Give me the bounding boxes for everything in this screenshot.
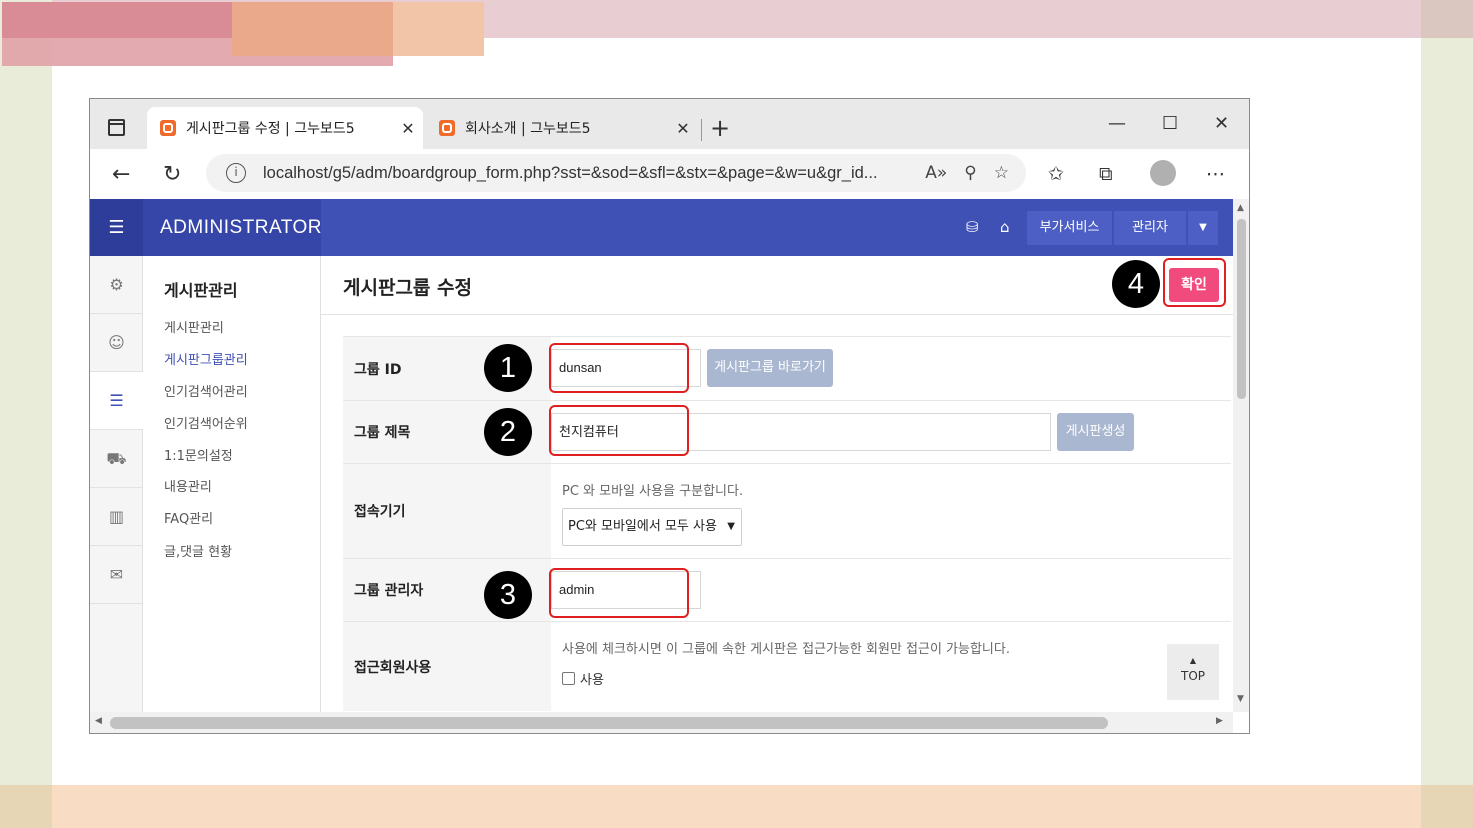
more-menu-icon[interactable]: ⋯ [1206, 163, 1225, 185]
row-group-title: 그룹 제목 천지컴퓨터 게시판생성 [343, 400, 1231, 463]
admin-brand[interactable]: ADMINISTRATOR [143, 199, 322, 256]
tab-separator [701, 119, 702, 141]
minimize-icon[interactable]: — [1108, 113, 1126, 134]
url-text: localhost/g5/adm/boardgroup_form.php?sst… [263, 163, 878, 182]
read-aloud-icon[interactable]: A» [925, 163, 947, 183]
row-member-access: 접근회원사용 사용에 체크하시면 이 그룹에 속한 게시판은 접근가능한 회원만… [343, 621, 1231, 711]
slide-corner-top-right [1421, 0, 1473, 38]
site-info-icon[interactable]: i [226, 163, 246, 183]
slide-bottom-band [0, 785, 1473, 828]
slide-corner-bottom-left [0, 785, 52, 828]
highlight-confirm [1163, 258, 1226, 307]
row-group-admin: 그룹 관리자 admin [343, 558, 1231, 621]
horizontal-scroll-thumb[interactable] [110, 717, 1108, 729]
close-window-icon[interactable]: ✕ [1214, 113, 1229, 134]
go-to-boardgroup-button[interactable]: 게시판그룹 바로가기 [707, 349, 833, 387]
statistics-icon[interactable]: ▥ [90, 488, 143, 546]
slide-orange-block-dark [232, 2, 393, 56]
tab-title: 게시판그룹 수정 | 그누보드5 [186, 121, 355, 137]
left-icon-nav: ⚙ ☺ ☰ ⛟ ▥ ✉ [90, 256, 143, 712]
device-select[interactable]: PC와 모바일에서 모두 사용 ▼ [562, 508, 742, 546]
gnuboard-favicon-icon [160, 120, 176, 136]
address-bar-row: ← ↻ i localhost/g5/adm/boardgroup_form.p… [90, 149, 1249, 199]
submenu-item-board-manage[interactable]: 게시판관리 [164, 317, 224, 336]
maximize-icon[interactable]: ☐ [1162, 113, 1178, 134]
refresh-icon[interactable]: ↻ [163, 162, 181, 187]
create-board-button[interactable]: 게시판생성 [1057, 413, 1134, 451]
submenu-title: 게시판관리 [164, 281, 238, 300]
profile-avatar[interactable] [1150, 160, 1176, 186]
gnuboard-favicon-icon [439, 120, 455, 136]
favorites-icon[interactable]: ✩ [1048, 163, 1064, 185]
label-device: 접속기기 [343, 464, 551, 558]
step-badge-1: 1 [484, 344, 532, 392]
member-access-checkbox[interactable] [562, 672, 575, 685]
collections-icon[interactable]: ⧉ [1099, 163, 1113, 185]
scroll-down-icon[interactable]: ▼ [1237, 694, 1244, 704]
submenu-item-post-status[interactable]: 글,댓글 현황 [164, 541, 232, 560]
tab-company-intro[interactable]: 회사소개 | 그누보드5 ✕ [426, 107, 698, 149]
slide-right-strip [1421, 0, 1473, 828]
tab-close-icon[interactable]: ✕ [668, 119, 698, 138]
tab-close-icon[interactable]: ✕ [393, 119, 423, 138]
tab-title: 회사소개 | 그누보드5 [465, 121, 591, 137]
device-help-text: PC 와 모바일 사용을 구분합니다. [562, 484, 744, 499]
scroll-up-icon[interactable]: ▲ [1237, 203, 1244, 213]
slide-pink-block-dark [2, 2, 232, 38]
member-access-checkbox-label[interactable]: 사용 [580, 669, 604, 688]
scroll-top-button[interactable]: ▲ TOP [1167, 644, 1219, 700]
mail-icon[interactable]: ✉ [90, 546, 143, 604]
vertical-scroll-thumb[interactable] [1237, 219, 1246, 399]
shop-cart-icon[interactable]: ⛟ [90, 430, 143, 488]
tab-boardgroup-edit[interactable]: 게시판그룹 수정 | 그누보드5 ✕ [147, 107, 423, 149]
slide-left-strip [0, 0, 52, 828]
submenu-item-qa-config[interactable]: 1:1문의설정 [164, 445, 233, 464]
menu-toggle-icon[interactable]: ☰ [90, 199, 143, 256]
shop-icon[interactable]: ⛁ [966, 218, 979, 236]
horizontal-scrollbar[interactable]: ◀ ▶ [90, 712, 1233, 733]
tab-bar: 게시판그룹 수정 | 그누보드5 ✕ 회사소개 | 그누보드5 ✕ + — ☐ … [90, 99, 1249, 149]
addon-service-button[interactable]: 부가서비스 [1027, 211, 1112, 245]
member-access-help-text: 사용에 체크하시면 이 그룹에 속한 게시판은 접근가능한 회원만 접근이 가능… [562, 642, 1010, 657]
step-badge-2: 2 [484, 408, 532, 456]
label-member-access: 접근회원사용 [343, 622, 551, 711]
slide-corner-bottom-right [1421, 785, 1473, 828]
admin-header: ☰ ADMINISTRATOR ⛁ ⌂ 부가서비스 관리자 ▼ [90, 199, 1233, 256]
highlight-group-admin [549, 568, 689, 618]
admin-dropdown-icon[interactable]: ▼ [1188, 211, 1218, 245]
board-list-icon[interactable]: ☰ [90, 372, 143, 430]
caret-up-icon: ▲ [1189, 656, 1197, 665]
tab-actions-icon[interactable] [108, 119, 125, 136]
highlight-group-title [549, 405, 689, 456]
add-favorite-icon[interactable]: ☆ [994, 163, 1009, 183]
main-content: 게시판그룹 수정 확인 그룹 ID dunsan 게시판그룹 바로가기 그룹 제… [321, 256, 1233, 712]
settings-icon[interactable]: ⚙ [90, 256, 143, 314]
zoom-icon[interactable]: ⚲ [964, 163, 976, 183]
page-title: 게시판그룹 수정 [343, 277, 472, 299]
submenu-item-boardgroup[interactable]: 게시판그룹관리 [164, 349, 248, 368]
submenu-item-faq[interactable]: FAQ관리 [164, 508, 213, 527]
step-badge-3: 3 [484, 571, 532, 619]
scroll-top-label: TOP [1180, 669, 1205, 683]
board-submenu: 게시판관리 게시판관리 게시판그룹관리 인기검색어관리 인기검색어순위 1:1문… [143, 256, 321, 712]
vertical-scrollbar[interactable]: ▲ ▼ [1233, 199, 1249, 712]
url-field[interactable]: i localhost/g5/adm/boardgroup_form.php?s… [206, 154, 1026, 192]
member-icon[interactable]: ☺ [90, 314, 143, 372]
row-device: 접속기기 PC 와 모바일 사용을 구분합니다. PC와 모바일에서 모두 사용… [343, 463, 1231, 558]
highlight-group-id [549, 343, 689, 393]
step-badge-4: 4 [1112, 260, 1160, 308]
scroll-right-icon[interactable]: ▶ [1216, 716, 1223, 726]
back-icon[interactable]: ← [112, 162, 130, 187]
device-select-value: PC와 모바일에서 모두 사용 [568, 519, 717, 534]
row-group-id: 그룹 ID dunsan 게시판그룹 바로가기 [343, 336, 1231, 400]
new-tab-icon[interactable]: + [710, 114, 730, 142]
submenu-item-content[interactable]: 내용관리 [164, 476, 212, 495]
admin-menu-button[interactable]: 관리자 [1114, 211, 1186, 245]
home-icon[interactable]: ⌂ [1000, 218, 1010, 236]
scroll-left-icon[interactable]: ◀ [95, 716, 102, 726]
submenu-item-search-rank[interactable]: 인기검색어순위 [164, 413, 248, 432]
title-divider [321, 314, 1233, 315]
chevron-down-icon: ▼ [727, 521, 735, 532]
submenu-item-popular-search[interactable]: 인기검색어관리 [164, 381, 248, 400]
